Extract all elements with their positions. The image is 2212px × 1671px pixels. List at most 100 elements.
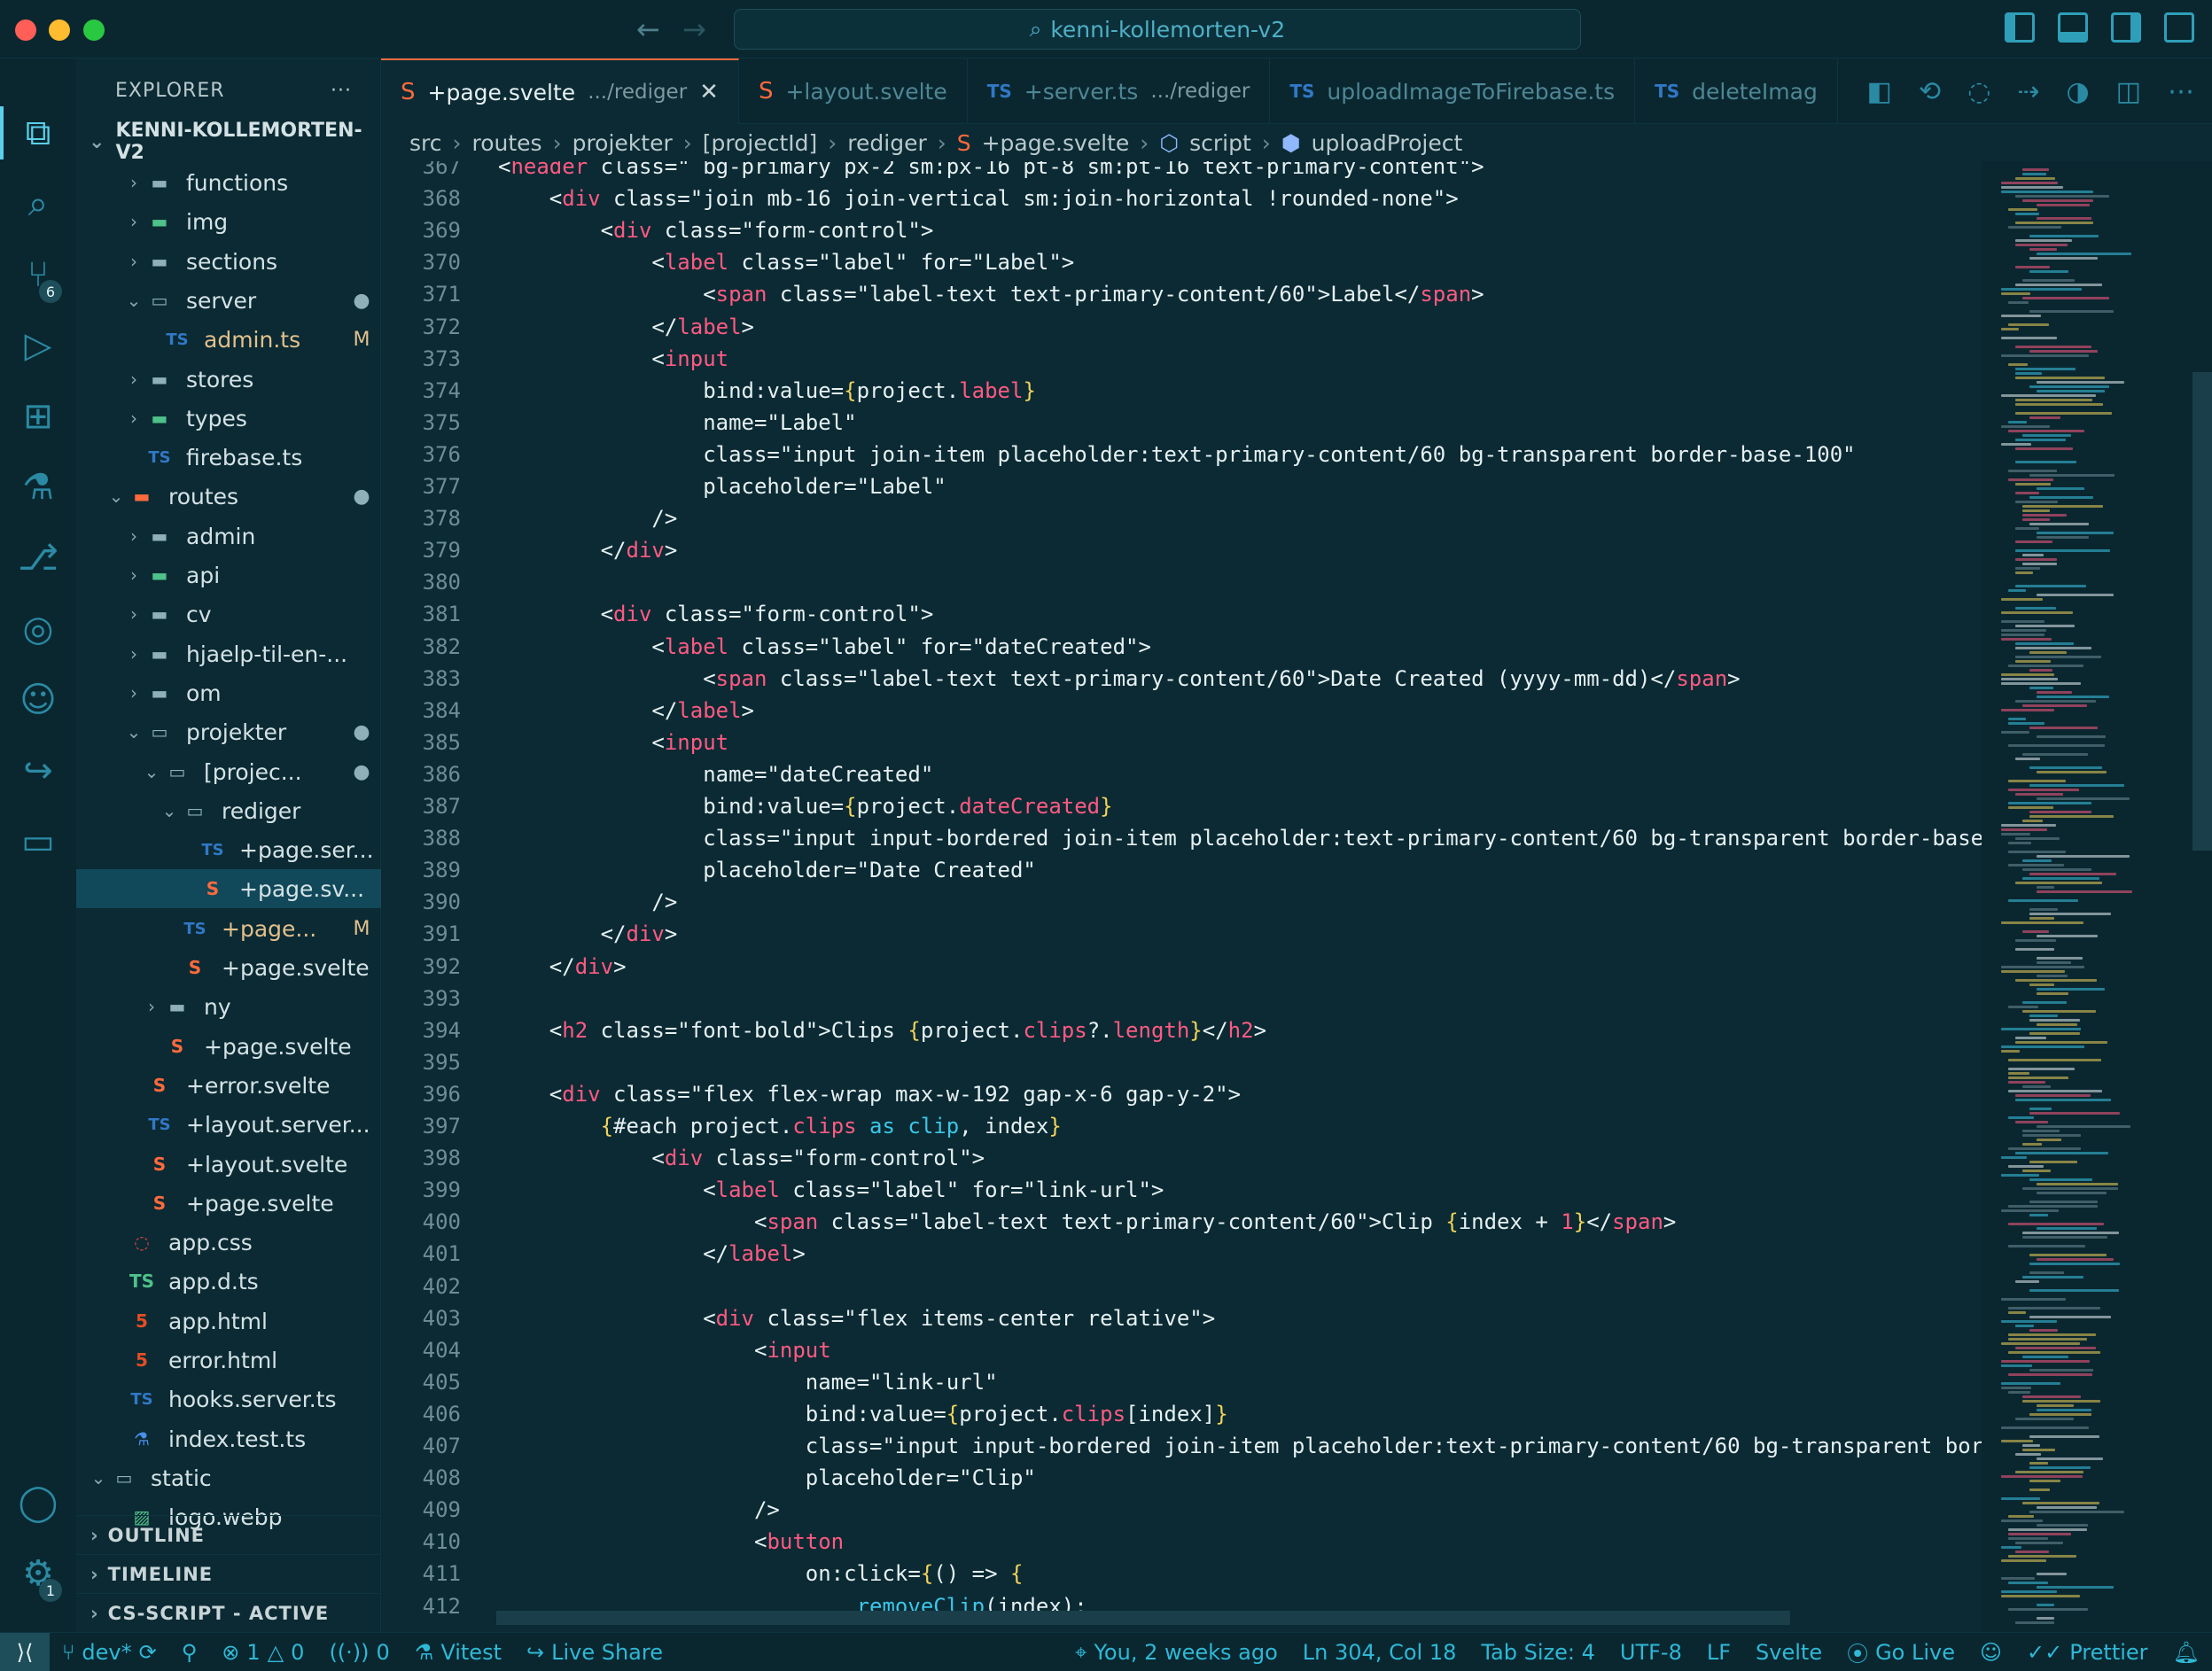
go-live-button[interactable]: ⦿ Go Live [1834, 1636, 1967, 1667]
live-share-icon[interactable]: ↪ [0, 735, 76, 806]
source-control-icon[interactable]: ⑂ [0, 239, 76, 310]
minimize-window-button[interactable] [49, 19, 70, 41]
tree-folder[interactable]: › ▬ functions [76, 163, 381, 202]
testing-icon[interactable]: ⚗ [0, 452, 76, 523]
prettier-status[interactable]: ✓✓ Prettier [2014, 1640, 2161, 1665]
breadcrumb-item[interactable]: routes [472, 130, 542, 156]
breadcrumb-item[interactable]: uploadProject [1312, 130, 1463, 156]
editor-tab[interactable]: TS deleteImag [1635, 58, 1838, 124]
vertical-scrollbar[interactable] [2193, 372, 2212, 851]
tree-folder[interactable]: › ▬ om [76, 673, 381, 712]
editor-tab[interactable]: S +page.svelte .../rediger ✕ [381, 58, 739, 124]
tree-folder[interactable]: › ▬ admin [76, 517, 381, 556]
minimap[interactable] [1982, 161, 2212, 1632]
manage-gear-icon[interactable]: ⚙ [0, 1538, 76, 1609]
section-cs-script-active[interactable]: › CS-SCRIPT - ACTIVE [76, 1593, 381, 1632]
vitest-status[interactable]: ⚗ Vitest [402, 1640, 514, 1665]
editor-tab[interactable]: TS uploadImageToFirebase.ts [1270, 58, 1636, 124]
breadcrumb-item[interactable]: rediger [847, 130, 926, 156]
editor-tab[interactable]: TS +server.ts .../rediger [968, 58, 1271, 124]
publish-status[interactable]: ⚲ [169, 1640, 210, 1665]
remote-indicator-icon[interactable]: ⟩⟨ [0, 1632, 50, 1671]
tree-file[interactable]: S +page.sv... [76, 869, 381, 908]
toggle-panel-icon[interactable] [2058, 12, 2088, 43]
sync-icon[interactable]: ⟳ [139, 1640, 157, 1665]
code-editor[interactable]: 367 <header class=" bg-primary px-2 sm:px… [381, 161, 1982, 1632]
tree-file[interactable]: S +page.svelte [76, 1184, 381, 1223]
horizontal-scrollbar[interactable] [496, 1611, 1790, 1625]
close-tab-icon[interactable]: ✕ [699, 79, 719, 105]
encoding[interactable]: UTF-8 [1608, 1640, 1694, 1665]
tree-file[interactable]: TS +layout.server... [76, 1105, 381, 1144]
tree-folder[interactable]: ⌄ ▬ routes ● [76, 477, 381, 516]
forward-arrow-icon[interactable]: → [682, 12, 706, 46]
tree-folder[interactable]: › ▬ img [76, 202, 381, 241]
tree-folder[interactable]: ⌄ ▭ static [76, 1458, 381, 1497]
maximize-window-button[interactable] [83, 19, 105, 41]
tree-file[interactable]: S +page.svelte [76, 948, 381, 987]
account-icon[interactable]: ◯ [0, 1467, 76, 1538]
tree-folder[interactable]: › ▬ api [76, 556, 381, 595]
tree-folder[interactable]: ⌄ ▭ [projec... ● [76, 752, 381, 791]
run-debug-icon[interactable]: ▷ [0, 310, 76, 381]
cursor-position[interactable]: Ln 304, Col 18 [1290, 1640, 1469, 1665]
branch-status[interactable]: ⑂ dev* ⟳ [50, 1640, 169, 1665]
explorer-icon[interactable]: ⧉ [0, 97, 76, 168]
tree-file[interactable]: ◌ app.css [76, 1223, 381, 1262]
tree-folder[interactable]: › ▬ hjaelp-til-en-... [76, 634, 381, 673]
tree-folder[interactable]: ⌄ ▭ server ● [76, 281, 381, 320]
open-preview-icon[interactable]: ◧ [1867, 76, 1892, 107]
ports-status[interactable]: ((·)) 0 [316, 1640, 401, 1665]
tree-folder[interactable]: ⌄ ▭ rediger [76, 791, 381, 830]
breadcrumb-item[interactable]: script [1189, 130, 1251, 156]
section-outline[interactable]: › OUTLINE [76, 1515, 381, 1554]
remote-explorer-icon[interactable]: ◎ [0, 594, 76, 665]
tree-folder[interactable]: › ▬ ny [76, 987, 381, 1026]
tree-file[interactable]: TS admin.ts M [76, 320, 381, 359]
tree-folder[interactable]: › ▬ cv [76, 595, 381, 633]
notifications[interactable]: 🔔︎ [2161, 1640, 2212, 1665]
copilot-status[interactable]: ☺ [1967, 1640, 2014, 1665]
tree-folder[interactable]: › ▬ sections [76, 242, 381, 281]
tree-folder[interactable]: › ▬ types [76, 399, 381, 438]
tree-file[interactable]: TS +page... M [76, 909, 381, 948]
tree-file[interactable]: TS firebase.ts [76, 438, 381, 477]
language-mode[interactable]: Svelte [1743, 1640, 1834, 1665]
tree-file[interactable]: ⚗ index.test.ts [76, 1419, 381, 1458]
section-timeline[interactable]: › TIMELINE [76, 1554, 381, 1593]
explorer-more-actions-icon[interactable]: ··· [331, 80, 352, 102]
git-compare-icon[interactable]: ⟲ [1919, 76, 1941, 107]
tab-size[interactable]: Tab Size: 4 [1468, 1640, 1608, 1665]
split-editor-icon[interactable]: ◫ [2116, 76, 2141, 107]
tree-file[interactable]: 5 error.html [76, 1341, 381, 1380]
customize-layout-icon[interactable] [2164, 12, 2194, 43]
search-icon[interactable]: ⌕ [0, 168, 76, 239]
tree-file[interactable]: TS app.d.ts [76, 1262, 381, 1301]
end-of-line[interactable]: LF [1694, 1640, 1743, 1665]
project-root-folder[interactable]: ⌄ KENNI-KOLLEMORTEN-V2 [76, 120, 380, 164]
breadcrumb-item[interactable]: +page.svelte [982, 130, 1130, 156]
close-window-button[interactable] [15, 19, 36, 41]
live-share-status[interactable]: ↪ Live Share [514, 1640, 675, 1665]
previous-change-icon[interactable]: ◌ [1967, 76, 1990, 107]
editor-tab[interactable]: S +layout.svelte [739, 58, 968, 124]
comments-icon[interactable]: ▭ [0, 806, 76, 877]
timeline-icon[interactable]: ◑ [2066, 76, 2089, 107]
tree-file[interactable]: 5 app.html [76, 1302, 381, 1341]
tree-folder[interactable]: › ▬ stores [76, 360, 381, 399]
git-graph-icon[interactable]: ⎇ [0, 523, 76, 594]
tree-file[interactable]: S +error.svelte [76, 1066, 381, 1105]
breadcrumb-item[interactable]: src [409, 130, 442, 156]
extensions-icon[interactable]: ⊞ [0, 381, 76, 452]
more-actions-icon[interactable]: ⋯ [2168, 76, 2194, 107]
tree-folder[interactable]: ⌄ ▭ projekter ● [76, 712, 381, 751]
toggle-secondary-sidebar-icon[interactable] [2111, 12, 2141, 43]
copilot-icon[interactable]: ☺ [0, 665, 76, 735]
back-arrow-icon[interactable]: ← [636, 12, 660, 46]
toggle-sidebar-icon[interactable] [2005, 12, 2035, 43]
command-center-search[interactable]: ⌕ kenni-kollemorten-v2 [734, 9, 1581, 50]
breadcrumb-item[interactable]: projekter [572, 130, 673, 156]
next-change-icon[interactable]: ⇢ [2017, 76, 2039, 107]
tree-file[interactable]: TS +page.ser... [76, 830, 381, 869]
problems-status[interactable]: ⊗ 1 △ 0 [209, 1640, 316, 1665]
